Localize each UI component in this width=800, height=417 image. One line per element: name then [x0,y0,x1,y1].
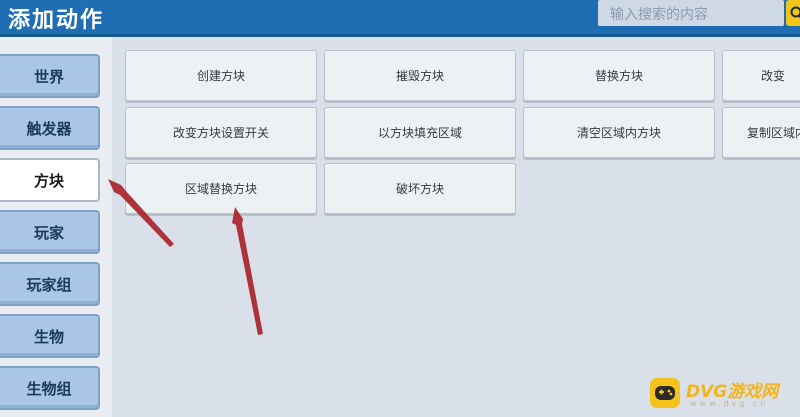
add-action-window: 添加动作 输入搜索的内容 世界 触发器 方块 玩家 玩家组 生物 生物组 创建方… [0,0,800,417]
arrow-to-block-tab [108,179,174,247]
watermark-url: www.dvg.cn [690,399,769,408]
annotation-arrows [108,179,263,335]
watermark: DVG游戏网 www.dvg.cn [650,372,800,417]
gamepad-icon [650,378,680,408]
arrow-to-area-replace [232,207,263,335]
